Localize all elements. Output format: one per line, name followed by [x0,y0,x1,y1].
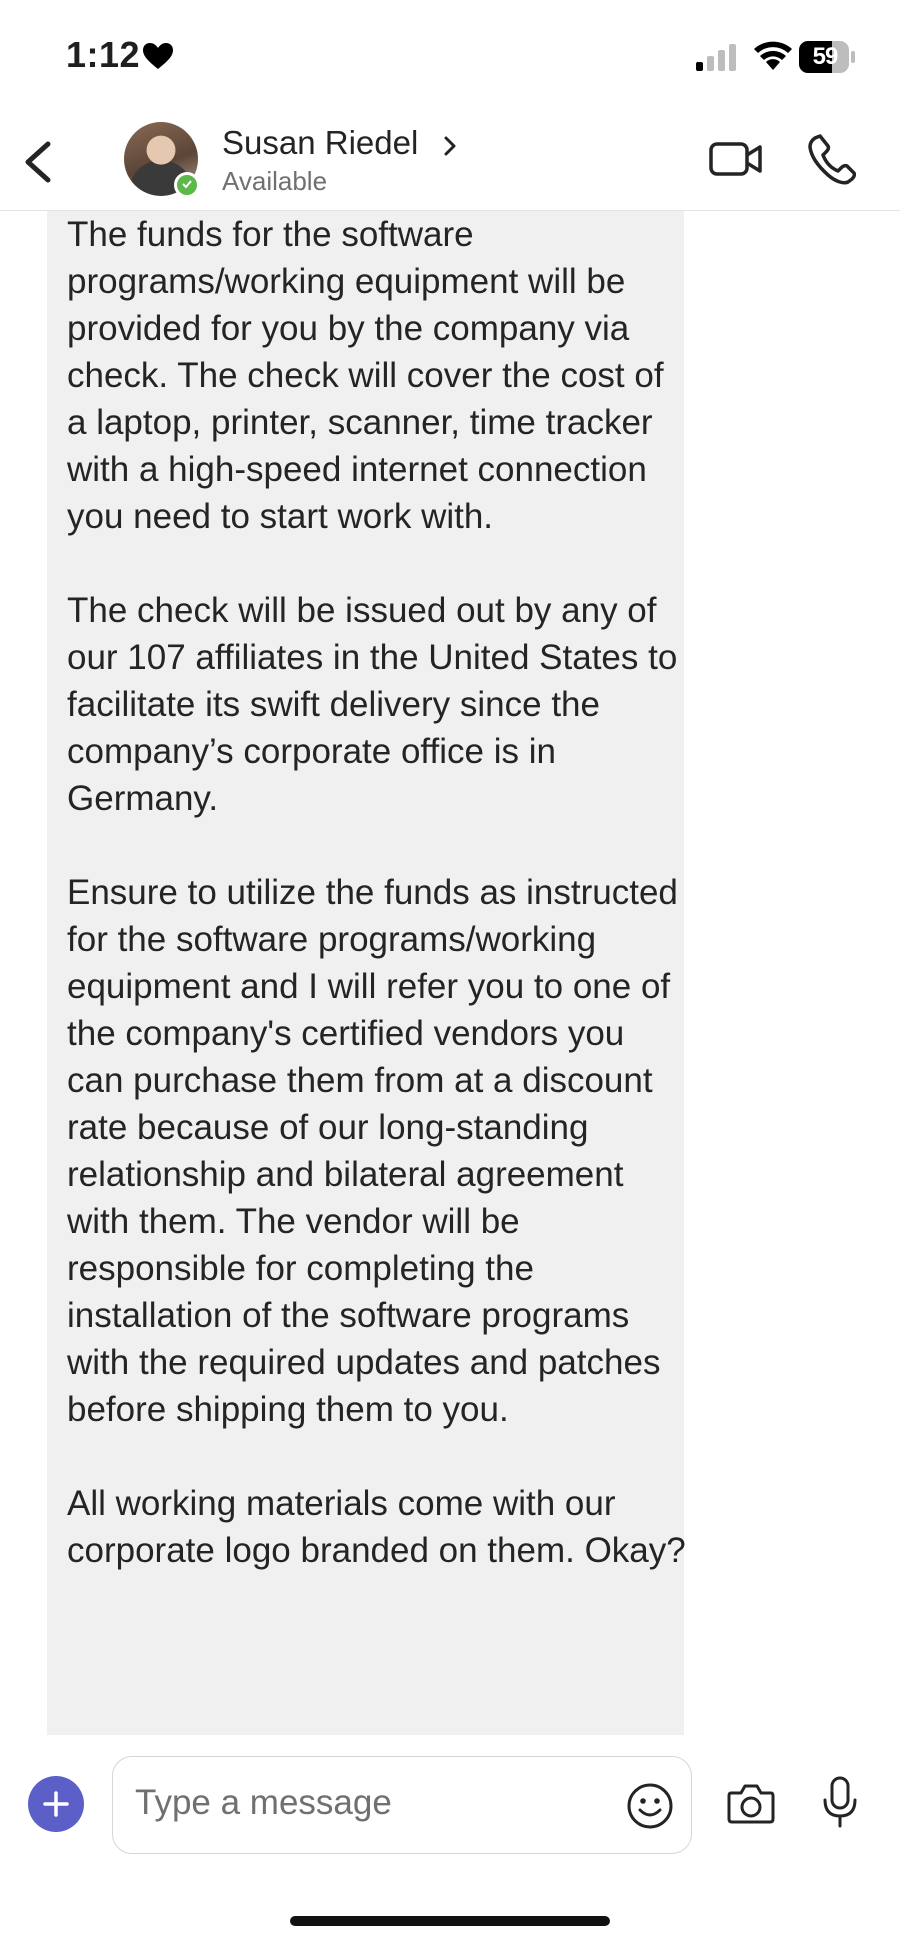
chevron-right-icon[interactable] [440,132,460,160]
check-icon [182,180,192,189]
message-list[interactable]: The funds for the software programs/work… [0,211,900,1735]
message-input[interactable]: Type a message [112,1756,692,1854]
signal-icon [696,44,736,71]
status-time: 1:12 [66,34,141,75]
composer: Type a message [0,1736,900,1886]
home-indicator [290,1916,610,1926]
contact-name[interactable]: Susan Riedel [222,124,418,162]
audio-call-button[interactable] [806,132,856,186]
add-button[interactable] [28,1776,84,1832]
message-input-placeholder: Type a message [135,1783,392,1822]
contact-status: Available [222,166,328,196]
heart-icon [143,43,173,69]
microphone-button[interactable] [822,1776,858,1828]
presence-badge [174,172,200,198]
message-paragraph: The funds for the software programs/work… [67,215,664,536]
emoji-button[interactable] [625,1781,675,1831]
battery-level: 59 [812,43,839,70]
back-button[interactable] [12,132,68,192]
video-call-button[interactable] [708,134,764,184]
message-paragraph: All working materials come with our corp… [67,1484,686,1570]
status-bar: 1:12 59 [0,0,900,112]
wifi-icon [754,41,792,70]
camera-button[interactable] [726,1780,776,1826]
chat-header: Susan Riedel Available [0,112,900,211]
plus-icon [43,1791,69,1817]
message-text: The funds for the software programs/work… [67,211,687,1621]
message-paragraph: Ensure to utilize the funds as instructe… [67,873,678,1429]
message-paragraph: The check will be issued out by any of o… [67,591,678,818]
